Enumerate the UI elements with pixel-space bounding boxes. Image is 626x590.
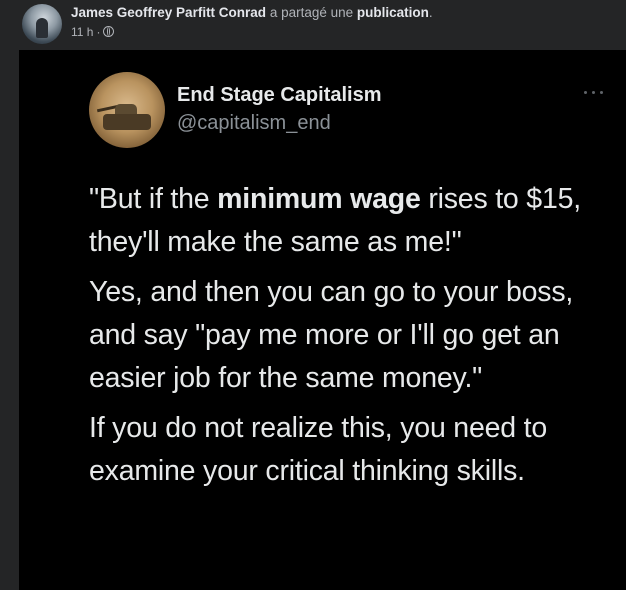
more-dot: [600, 91, 603, 94]
sharer-name-link[interactable]: James Geoffrey Parfitt Conrad: [71, 5, 266, 20]
share-action-text: a partagé une: [266, 5, 357, 20]
sharer-avatar[interactable]: [22, 4, 62, 44]
tank-body-shape: [103, 114, 151, 130]
p1-before: "But if the: [89, 183, 218, 215]
post-time-link[interactable]: 11 h: [71, 25, 93, 39]
tweet-body: "But if the minimum wage rises to $15, t…: [89, 178, 619, 493]
tweet-author-handle: @capitalism_end: [177, 112, 331, 134]
more-options-icon[interactable]: [580, 86, 608, 100]
post-header: James Geoffrey Parfitt Conrad a partagé …: [0, 0, 626, 50]
more-dot: [584, 91, 587, 94]
tweet-paragraph-3: If you do not realize this, you need to …: [89, 412, 547, 487]
globe-icon: [103, 26, 115, 37]
share-line: James Geoffrey Parfitt Conrad a partagé …: [71, 4, 433, 22]
avatar-figure: [36, 18, 48, 38]
tweet-paragraph-2: Yes, and then you can go to your boss, a…: [89, 276, 574, 394]
more-dot: [592, 91, 595, 94]
publication-link[interactable]: publication: [357, 5, 429, 20]
shared-post: James Geoffrey Parfitt Conrad a partagé …: [0, 0, 626, 590]
meta-separator: ·: [96, 25, 101, 39]
tweet-author-name[interactable]: End Stage Capitalism: [177, 82, 382, 108]
post-meta: 11 h ·: [71, 24, 115, 40]
p1-bold: minimum wage: [217, 183, 421, 215]
share-period: .: [428, 5, 433, 20]
tweet-author-avatar[interactable]: [89, 72, 165, 148]
tweet-paragraph-1: "But if the minimum wage rises to $15, t…: [89, 178, 619, 264]
tweet-image[interactable]: End Stage Capitalism @capitalism_end "Bu…: [19, 50, 626, 590]
